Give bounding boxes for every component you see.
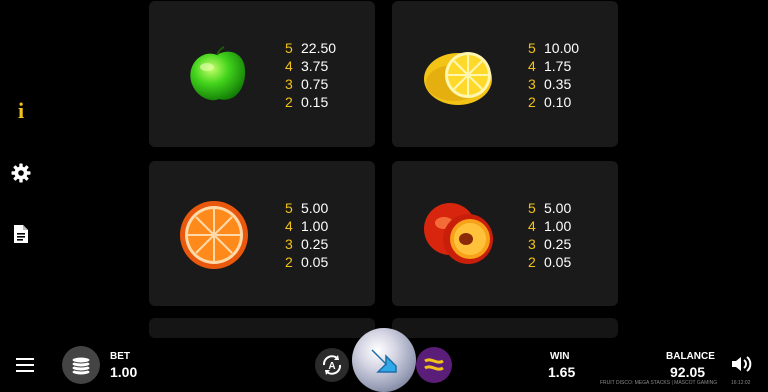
payout-row: 4 3.75: [285, 57, 336, 75]
spin-button[interactable]: [352, 328, 416, 392]
payout-row: 4 1.00: [285, 217, 328, 235]
payout-amount: 0.75: [301, 76, 329, 92]
bet-coins-button[interactable]: [62, 346, 100, 384]
win-label: WIN: [550, 351, 570, 362]
peach-icon: [420, 195, 500, 275]
payout-amount: 0.35: [544, 76, 572, 92]
turbo-button[interactable]: [416, 347, 452, 383]
paytable-card-orange: 5 5.00 4 1.00 3 0.25 2 0.05: [149, 161, 375, 306]
turbo-icon: [424, 358, 444, 371]
bet-label: BET: [110, 351, 130, 362]
symbol-count: 4: [285, 218, 293, 234]
symbol-count: 2: [528, 254, 536, 270]
lemon-icon: [420, 37, 500, 117]
symbol-count: 3: [528, 236, 536, 252]
payout-row: 3 0.25: [285, 235, 328, 253]
symbol-count: 5: [285, 40, 293, 56]
clock: 16:12:02: [731, 380, 751, 386]
paytable-card-partial: [392, 318, 618, 338]
symbol-count: 5: [528, 40, 536, 56]
payout-row: 3 0.35: [528, 75, 579, 93]
balance-value: 92.05: [670, 364, 706, 380]
payout-row: 4 1.00: [528, 217, 571, 235]
autoplay-button[interactable]: A: [315, 348, 349, 382]
symbol-count: 2: [285, 254, 293, 270]
payout-row: 3 0.25: [528, 235, 571, 253]
symbol-count: 3: [285, 76, 293, 92]
payout-list: 5 5.00 4 1.00 3 0.25 2 0.05: [528, 199, 571, 271]
spin-arrow-icon: [371, 349, 397, 373]
payout-row: 5 5.00: [528, 199, 571, 217]
payout-row: 5 5.00: [285, 199, 328, 217]
autoplay-icon: A: [322, 355, 342, 375]
symbol-count: 3: [528, 76, 536, 92]
menu-icon[interactable]: [16, 357, 34, 373]
payout-amount: 1.75: [544, 58, 572, 74]
orange-icon: [177, 195, 257, 275]
payout-row: 2 0.15: [285, 93, 336, 111]
document-icon[interactable]: [10, 223, 32, 245]
payout-amount: 5.00: [301, 200, 329, 216]
svg-text:A: A: [328, 361, 335, 372]
balance-label: BALANCE: [666, 351, 715, 362]
payout-amount: 0.15: [301, 94, 329, 110]
symbol-count: 2: [285, 94, 293, 110]
payout-list: 5 10.00 4 1.75 3 0.35 2 0.10: [528, 39, 579, 111]
symbol-count: 4: [285, 58, 293, 74]
payout-amount: 0.25: [301, 236, 329, 252]
symbol-count: 2: [528, 94, 536, 110]
payout-amount: 5.00: [544, 200, 572, 216]
payout-amount: 1.00: [544, 218, 572, 234]
payout-list: 5 22.50 4 3.75 3 0.75 2 0.15: [285, 39, 336, 111]
payout-amount: 0.25: [544, 236, 572, 252]
game-title-footer: FRUIT DISCO: MEGA STACKS | MASCOT GAMING: [600, 380, 718, 386]
symbol-count: 4: [528, 218, 536, 234]
paytable-card-apple: 5 22.50 4 3.75 3 0.75 2 0.15: [149, 1, 375, 147]
sound-icon[interactable]: [730, 354, 752, 374]
paytable-card-partial: [149, 318, 375, 338]
bet-value: 1.00: [110, 364, 138, 380]
green-apple-icon: [177, 37, 257, 117]
payout-row: 5 22.50: [285, 39, 336, 57]
payout-row: 2 0.05: [528, 253, 571, 271]
symbol-count: 3: [285, 236, 293, 252]
payout-amount: 0.05: [301, 254, 329, 270]
symbol-count: 4: [528, 58, 536, 74]
payout-amount: 1.00: [301, 218, 329, 234]
payout-row: 2 0.10: [528, 93, 579, 111]
payout-row: 5 10.00: [528, 39, 579, 57]
coins-icon: [71, 356, 91, 376]
info-icon[interactable]: i: [10, 98, 32, 123]
paytable-card-peach: 5 5.00 4 1.00 3 0.25 2 0.05: [392, 161, 618, 306]
symbol-count: 5: [528, 200, 536, 216]
payout-row: 4 1.75: [528, 57, 579, 75]
payout-row: 3 0.75: [285, 75, 336, 93]
win-value: 1.65: [548, 364, 576, 380]
payout-amount: 10.00: [544, 40, 580, 56]
payout-list: 5 5.00 4 1.00 3 0.25 2 0.05: [285, 199, 328, 271]
symbol-count: 5: [285, 200, 293, 216]
payout-amount: 3.75: [301, 58, 329, 74]
gear-icon[interactable]: [10, 162, 32, 184]
payout-amount: 22.50: [301, 40, 337, 56]
payout-amount: 0.10: [544, 94, 572, 110]
payout-amount: 0.05: [544, 254, 572, 270]
payout-row: 2 0.05: [285, 253, 328, 271]
paytable-card-lemon: 5 10.00 4 1.75 3 0.35 2 0.10: [392, 1, 618, 147]
